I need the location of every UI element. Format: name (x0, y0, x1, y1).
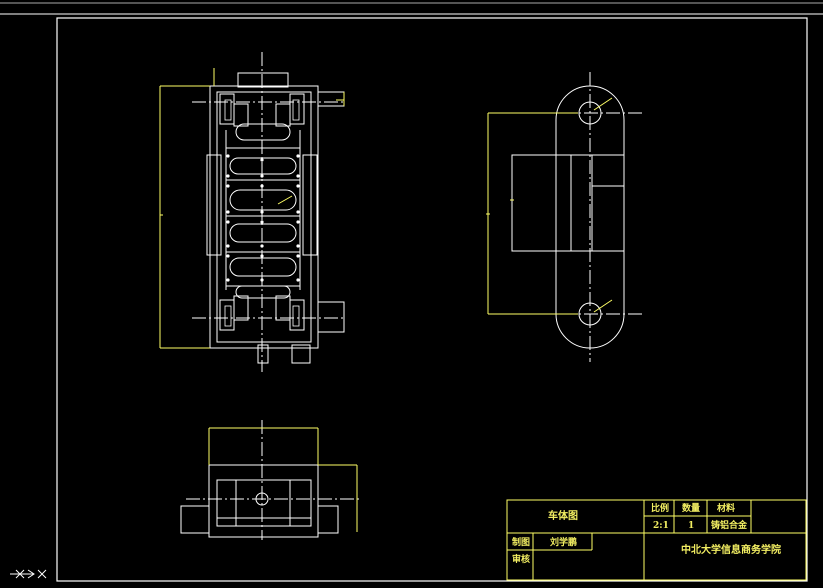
scale-value: 2:1 (653, 521, 669, 531)
ucs-axis-icon (10, 569, 47, 579)
bottom-view (180, 420, 362, 540)
sheet-border (0, 13, 823, 582)
checked-label: 审核 (512, 553, 530, 565)
side-view (511, 72, 642, 362)
front-view-dimensions (159, 68, 345, 349)
drawing-canvas[interactable]: 车体图 比例 数量 材料 2:1 1 铸铝合金 制图 刘学鹏 审核 中北大学信息… (0, 0, 823, 588)
school-name: 中北大学信息商务学院 (681, 543, 781, 556)
scale-label: 比例 (651, 502, 669, 514)
material-value: 铸铝合金 (711, 519, 748, 531)
side-view-dimensions (486, 97, 613, 315)
material-label: 材料 (716, 502, 735, 514)
cad-viewport[interactable]: 车体图 比例 数量 材料 2:1 1 铸铝合金 制图 刘学鹏 审核 中北大学信息… (0, 0, 823, 588)
drawing-name: 车体图 (548, 509, 578, 522)
quantity-value: 1 (688, 521, 694, 531)
drawn-by: 刘学鹏 (550, 536, 577, 548)
front-view (192, 52, 346, 372)
drawn-label: 制图 (512, 536, 530, 548)
quantity-label: 数量 (682, 502, 700, 514)
